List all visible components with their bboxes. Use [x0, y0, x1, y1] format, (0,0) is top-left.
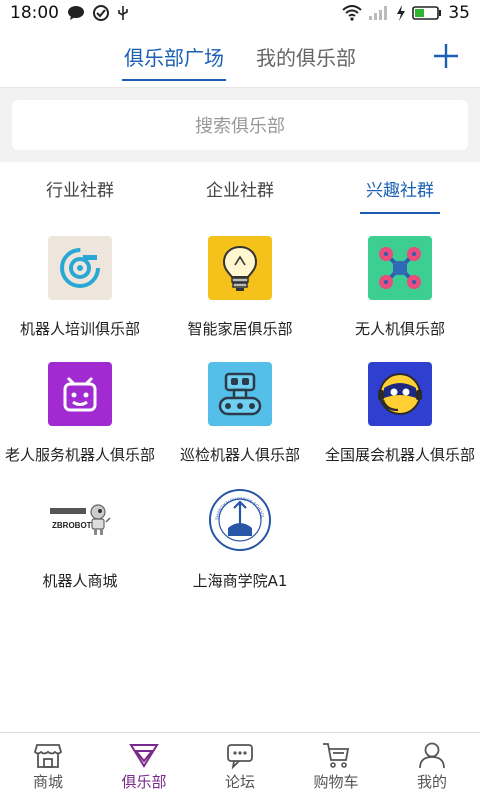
battery-percent: 35: [448, 3, 470, 23]
drone-icon: [368, 236, 432, 300]
add-button[interactable]: [428, 38, 464, 74]
tab-interest-community[interactable]: 兴趣社群: [320, 162, 480, 214]
club-label: 巡检机器人俱乐部: [179, 446, 300, 464]
club-item[interactable]: SHANGHAI BUSINESS SCHOOL 上海商学院A1: [160, 488, 320, 614]
message-icon: [68, 6, 84, 20]
robot-face-icon: [48, 362, 112, 426]
club-label: 机器人培训俱乐部: [19, 320, 140, 338]
zbrobot-logo: ZBROBOT: [48, 488, 112, 552]
person-icon: [419, 742, 445, 769]
nav-cart[interactable]: 购物车: [288, 733, 384, 800]
club-label: 全国展会机器人俱乐部: [324, 446, 475, 464]
club-item[interactable]: 机器人培训俱乐部: [0, 236, 160, 362]
tab-club-square[interactable]: 俱乐部广场: [122, 34, 226, 81]
shop-icon: [33, 744, 63, 768]
club-label: 智能家居俱乐部: [187, 320, 293, 338]
search-placeholder: 搜索俱乐部: [195, 116, 285, 137]
battery-icon: [412, 6, 442, 20]
status-time: 18:00: [10, 3, 59, 23]
search-input[interactable]: 搜索俱乐部: [12, 100, 468, 150]
usb-icon: [118, 6, 128, 20]
club-label: 机器人商城: [42, 572, 118, 590]
robot-eye-icon: [48, 236, 112, 300]
nav-mine-label: 我的: [416, 773, 447, 791]
cart-icon: [323, 743, 350, 768]
status-bar: 18:00 35: [0, 0, 480, 26]
bottom-nav: 商城 俱乐部 论坛 购物车 我的: [0, 732, 480, 800]
tab-industry-community[interactable]: 行业社群: [0, 162, 160, 214]
nav-mine[interactable]: 我的: [384, 733, 480, 800]
check-circle-icon: [93, 5, 109, 21]
nav-cart-label: 购物车: [313, 773, 359, 791]
lightbulb-icon: [208, 236, 272, 300]
club-item[interactable]: ZBROBOT 机器人商城: [0, 488, 160, 614]
top-tabs: 俱乐部广场 我的俱乐部: [0, 26, 480, 88]
club-label: 上海商学院A1: [192, 572, 288, 590]
charging-icon: [397, 5, 406, 21]
chat-icon: [227, 744, 253, 769]
club-label: 老人服务机器人俱乐部: [4, 446, 155, 464]
zbrobot-logo-text: ZBROBOT: [52, 521, 92, 530]
nav-shop-label: 商城: [32, 773, 63, 791]
tab-my-clubs[interactable]: 我的俱乐部: [254, 34, 358, 79]
search-area: 搜索俱乐部: [0, 88, 480, 162]
nav-club-label: 俱乐部: [121, 773, 167, 791]
robot-headset-icon: [368, 362, 432, 426]
club-item[interactable]: 全国展会机器人俱乐部: [320, 362, 480, 488]
club-item[interactable]: 无人机俱乐部: [320, 236, 480, 362]
nav-shop[interactable]: 商城: [0, 733, 96, 800]
category-tabs: 行业社群 企业社群 兴趣社群: [0, 162, 480, 214]
nav-forum[interactable]: 论坛: [192, 733, 288, 800]
club-item[interactable]: 智能家居俱乐部: [160, 236, 320, 362]
wifi-icon: [342, 5, 363, 21]
tab-enterprise-community[interactable]: 企业社群: [160, 162, 320, 214]
nav-forum-label: 论坛: [224, 773, 255, 791]
plus-icon: [434, 44, 458, 68]
club-label: 无人机俱乐部: [354, 320, 445, 338]
club-item[interactable]: 老人服务机器人俱乐部: [0, 362, 160, 488]
signal-icon: [369, 6, 388, 20]
diamond-icon: [129, 744, 159, 768]
tracked-robot-icon: [208, 362, 272, 426]
school-seal-logo: SHANGHAI BUSINESS SCHOOL: [208, 488, 272, 552]
club-grid: 机器人培训俱乐部 智能家居俱乐部 无人机俱乐部 老人服务机器人俱乐部 巡检机器人…: [0, 214, 480, 614]
nav-club[interactable]: 俱乐部: [96, 733, 192, 800]
club-item[interactable]: 巡检机器人俱乐部: [160, 362, 320, 488]
